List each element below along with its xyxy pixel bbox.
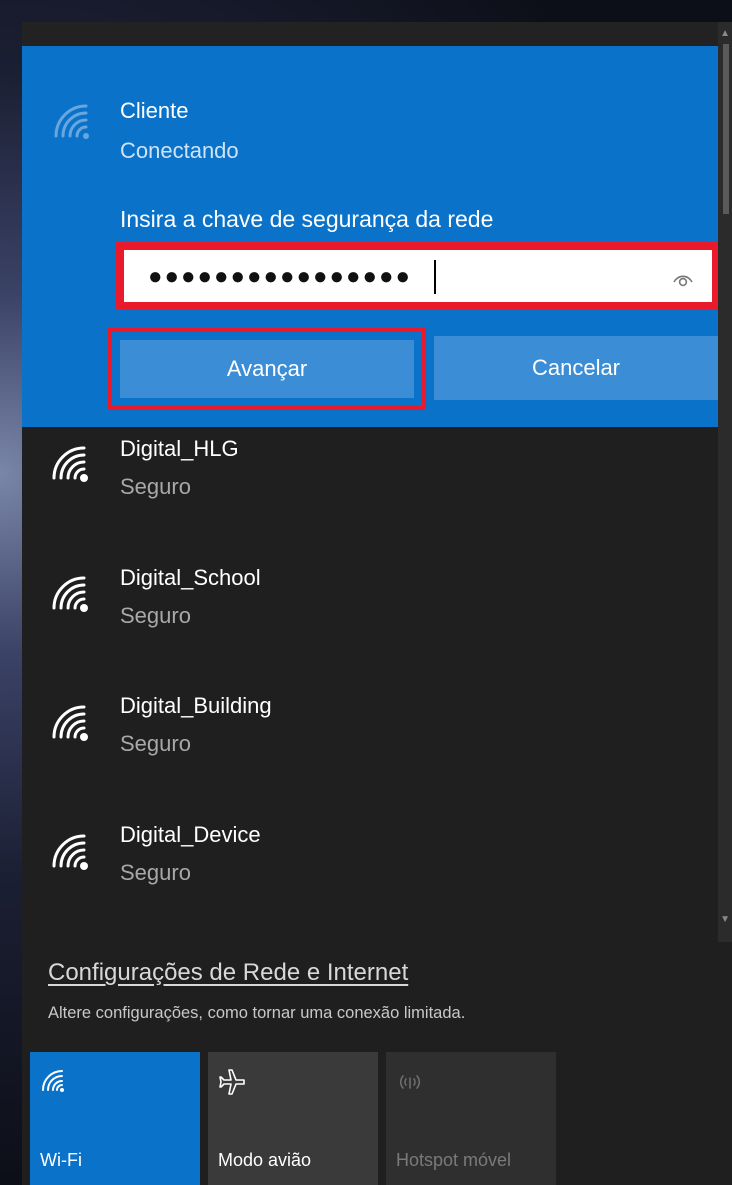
text-caret xyxy=(434,260,436,294)
next-button[interactable]: Avançar xyxy=(120,340,414,398)
wifi-secured-icon xyxy=(52,834,88,870)
reveal-password-icon[interactable] xyxy=(672,268,694,290)
hotspot-icon xyxy=(399,1075,421,1089)
scroll-down-icon[interactable]: ▼ xyxy=(720,914,730,925)
network-status: Seguro xyxy=(120,731,191,756)
wifi-icon xyxy=(42,1070,64,1092)
connecting-network-name: Cliente xyxy=(120,98,189,123)
mobile-hotspot-tile: Hotspot móvel xyxy=(386,1052,556,1185)
network-name: Digital_Building xyxy=(120,693,272,718)
security-key-value: ●●●●●●●●●●●●●●●● xyxy=(148,263,412,290)
flyout-top-strip xyxy=(22,22,732,46)
hotspot-tile-label: Hotspot móvel xyxy=(396,1150,512,1170)
security-key-label: Insira a chave de segurança da rede xyxy=(120,206,494,232)
wifi-icon xyxy=(54,104,89,139)
airplane-tile-label: Modo avião xyxy=(218,1150,312,1170)
network-settings-link[interactable]: Configurações de Rede e Internet xyxy=(48,959,408,987)
scroll-up-icon[interactable]: ▲ xyxy=(720,28,730,39)
network-list-scrollbar[interactable]: ▲ ▼ xyxy=(718,22,732,942)
security-key-input[interactable]: ●●●●●●●●●●●●●●●● xyxy=(124,250,712,302)
security-key-highlight: ●●●●●●●●●●●●●●●● xyxy=(116,242,720,310)
connecting-network-item[interactable]: Cliente Conectando Insira a chave de seg… xyxy=(22,46,720,427)
network-settings-description: Altere configurações, como tornar uma co… xyxy=(48,1004,466,1022)
wifi-secured-icon xyxy=(52,705,88,741)
wifi-secured-icon xyxy=(52,446,88,482)
next-button-highlight: Avançar xyxy=(108,328,426,410)
network-name: Digital_School xyxy=(120,565,261,590)
network-status: Seguro xyxy=(120,860,191,885)
network-name: Digital_Device xyxy=(120,822,261,847)
scroll-thumb[interactable] xyxy=(723,44,729,214)
connecting-network-status: Conectando xyxy=(120,138,239,163)
network-status: Seguro xyxy=(120,474,191,499)
airplane-icon xyxy=(219,1069,245,1095)
cancel-button[interactable]: Cancelar xyxy=(434,336,718,400)
airplane-mode-tile[interactable]: Modo avião xyxy=(208,1052,378,1185)
wifi-tile-label: Wi-Fi xyxy=(40,1150,82,1170)
network-name: Digital_HLG xyxy=(120,436,239,461)
wifi-secured-icon xyxy=(52,576,88,612)
network-flyout: Cliente Conectando Insira a chave de seg… xyxy=(22,22,732,1185)
network-status: Seguro xyxy=(120,603,191,628)
wifi-toggle-tile[interactable]: Wi-Fi xyxy=(30,1052,200,1185)
